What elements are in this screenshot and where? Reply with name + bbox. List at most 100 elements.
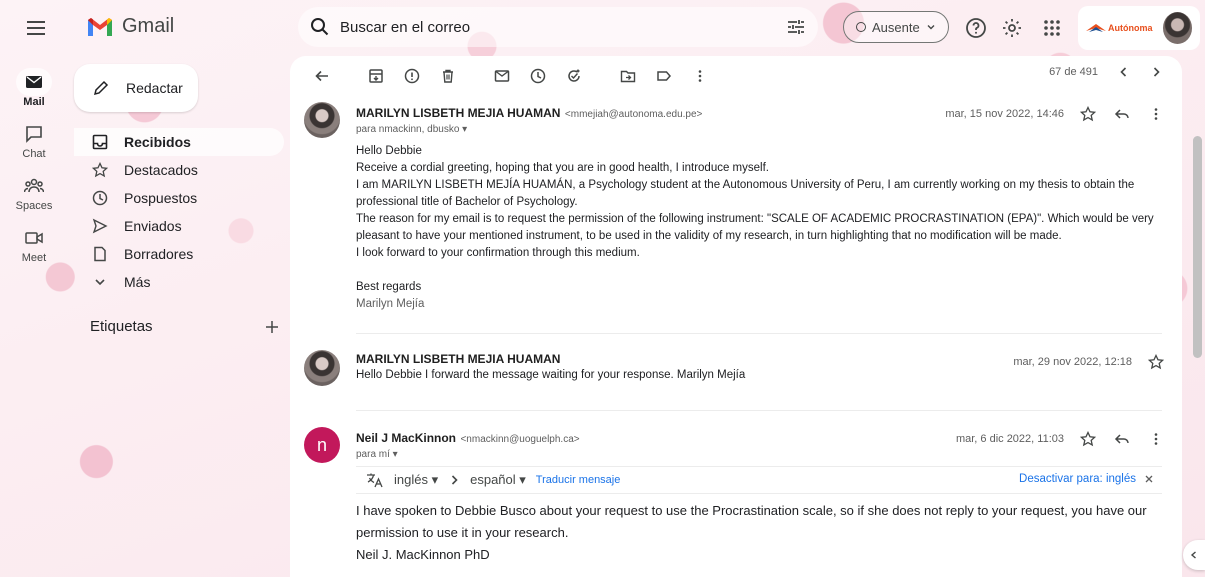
settings-gear-icon[interactable] [1000, 16, 1024, 40]
more-vertical-icon[interactable] [1146, 104, 1166, 124]
target-language: español [470, 472, 516, 487]
sender-avatar[interactable] [304, 102, 340, 138]
rail-item-mail[interactable]: Mail [0, 68, 68, 108]
apps-grid-icon[interactable] [1040, 16, 1064, 40]
sender-avatar[interactable] [304, 350, 340, 386]
source-language-select[interactable]: inglés ▾ [394, 472, 438, 488]
status-away-icon [856, 22, 866, 32]
label-tag-icon[interactable] [648, 60, 680, 92]
pagination-count: 67 de 491 [1049, 66, 1098, 78]
rail-item-spaces[interactable]: Spaces [0, 172, 68, 212]
move-to-folder-icon[interactable] [612, 60, 644, 92]
star-icon[interactable] [1146, 352, 1166, 372]
target-language-select[interactable]: español ▾ [470, 472, 526, 488]
more-vertical-icon[interactable] [684, 60, 716, 92]
search-icon[interactable] [310, 17, 330, 37]
star-icon[interactable] [1078, 429, 1098, 449]
mail-icon [16, 68, 52, 96]
rail-item-chat[interactable]: Chat [0, 120, 68, 160]
star-icon [92, 162, 108, 178]
chevron-down-icon [92, 274, 108, 290]
add-task-icon[interactable] [558, 60, 590, 92]
more-vertical-icon[interactable] [1146, 429, 1166, 449]
search-bar[interactable] [298, 7, 818, 47]
draft-file-icon [92, 246, 108, 262]
message-view: 67 de 491 MARILYN LISBETH MEJIA HUAMAN <… [290, 56, 1182, 577]
nav-item-more[interactable]: Más [74, 268, 284, 296]
status-selector[interactable]: Ausente [843, 11, 949, 43]
reply-icon[interactable] [1112, 429, 1132, 449]
body-line: Marilyn Mejía [356, 298, 425, 310]
translate-message-link[interactable]: Traducir mensaje [536, 474, 621, 486]
nav-label: Pospuestos [124, 190, 198, 206]
message-date: mar, 15 nov 2022, 14:46 [945, 108, 1064, 120]
body-line: I have spoken to Debbie Busco about your… [356, 503, 1147, 540]
scrollbar-thumb[interactable] [1193, 136, 1202, 358]
report-spam-icon[interactable] [396, 60, 428, 92]
rail-label-chat: Chat [22, 148, 46, 160]
mark-unread-envelope-icon[interactable] [486, 60, 518, 92]
message-meta: mar, 15 nov 2022, 14:46 [945, 104, 1166, 124]
email-message: MARILYN LISBETH MEJIA HUAMAN <mmejiah@au… [290, 96, 1182, 333]
body-line [356, 262, 1162, 279]
app-rail: Mail Chat Spaces Meet [0, 68, 68, 276]
recipients-text: para mí [356, 449, 390, 460]
user-avatar[interactable] [1162, 12, 1192, 44]
close-icon[interactable] [1144, 474, 1154, 484]
nav-item-snoozed[interactable]: Pospuestos [74, 184, 284, 212]
email-message-collapsed[interactable]: MARILYN LISBETH MEJIA HUAMAN Hello Debbi… [290, 334, 1182, 410]
snooze-clock-icon[interactable] [522, 60, 554, 92]
sender-name[interactable]: MARILYN LISBETH MEJIA HUAMAN [356, 106, 560, 120]
pencil-icon [92, 79, 110, 97]
chevron-right-icon[interactable] [1150, 66, 1162, 78]
search-input[interactable] [330, 18, 786, 36]
recipients-toggle[interactable]: para mí ▾ [356, 449, 1162, 460]
nav-item-drafts[interactable]: Borradores [74, 240, 284, 268]
nav-label: Recibidos [124, 134, 191, 150]
back-arrow-icon[interactable] [306, 60, 338, 92]
nav-item-sent[interactable]: Enviados [74, 212, 284, 240]
side-panel-toggle[interactable] [1183, 540, 1205, 570]
chevron-right-icon [448, 474, 460, 486]
app-name: Gmail [122, 15, 175, 37]
compose-button[interactable]: Redactar [74, 64, 198, 112]
top-bar: Gmail Ausente Autónoma [0, 0, 1205, 56]
archive-icon[interactable] [360, 60, 392, 92]
nav-label: Borradores [124, 246, 194, 262]
sender-avatar[interactable]: n [304, 427, 340, 463]
add-label-plus-icon[interactable] [264, 319, 280, 335]
main-menu-icon[interactable] [24, 16, 48, 40]
chat-icon [16, 120, 52, 148]
gmail-logo[interactable]: Gmail [86, 15, 174, 38]
search-options-icon[interactable] [786, 17, 806, 37]
nav-item-starred[interactable]: Destacados [74, 156, 284, 184]
sender-name[interactable]: Neil J MacKinnon [356, 431, 456, 445]
rail-item-meet[interactable]: Meet [0, 224, 68, 264]
send-icon [92, 218, 108, 234]
help-icon[interactable] [964, 16, 988, 40]
nav-item-inbox[interactable]: Recibidos [74, 128, 284, 156]
organization-name: Autónoma [1108, 23, 1153, 33]
disable-translation-link[interactable]: Desactivar para: inglés [1019, 473, 1136, 485]
star-icon[interactable] [1078, 104, 1098, 124]
reply-icon[interactable] [1112, 104, 1132, 124]
rail-label-meet: Meet [21, 252, 47, 264]
email-message: n Neil J MacKinnon <nmackinn@uoguelph.ca… [290, 411, 1182, 566]
message-body: I have spoken to Debbie Busco about your… [356, 500, 1162, 566]
account-switcher[interactable]: Autónoma [1078, 6, 1200, 50]
message-date: mar, 6 dic 2022, 11:03 [955, 433, 1064, 445]
recipients-toggle[interactable]: para nmackinn, dbusko ▾ [356, 124, 1162, 135]
translate-bar: inglés ▾ español ▾ Traducir mensaje Desa… [356, 466, 1162, 494]
chevron-left-icon[interactable] [1118, 66, 1130, 78]
nav-label: Enviados [124, 218, 182, 234]
sender-email: <mmejiah@autonoma.edu.pe> [564, 109, 703, 120]
message-date: mar, 29 nov 2022, 12:18 [1013, 356, 1132, 368]
nav-label: Destacados [124, 162, 198, 178]
delete-trash-icon[interactable] [432, 60, 464, 92]
scrollbar[interactable] [1191, 56, 1205, 577]
recipients-text: para nmackinn, dbusko [356, 124, 460, 135]
folder-nav: Recibidos Destacados Pospuestos Enviados… [74, 128, 284, 296]
rail-label-spaces: Spaces [15, 200, 53, 212]
inbox-icon [92, 134, 108, 150]
spaces-icon [16, 172, 52, 200]
